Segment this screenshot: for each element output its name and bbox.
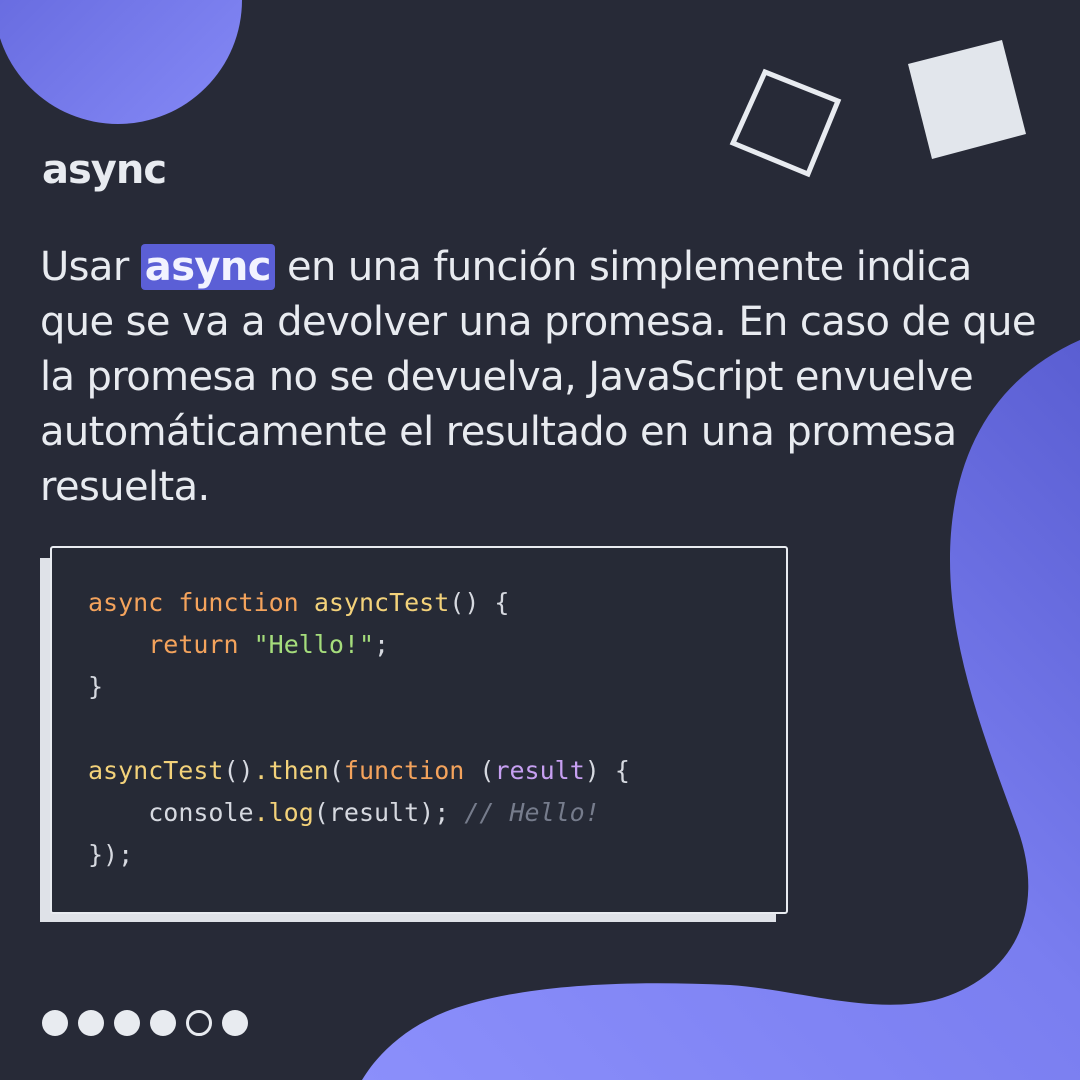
code-token: ; [374,630,390,659]
pagination-dot-current[interactable] [186,1010,212,1036]
code-token: .log [253,798,314,827]
pagination-dot[interactable] [78,1010,104,1036]
slide-title: async [42,147,167,193]
code-token: (result); [313,798,450,827]
code-token: }); [88,840,134,869]
code-token: "Hello!" [253,630,375,659]
code-token: .then [253,756,329,785]
keyword-highlight: async [140,244,275,290]
outline-square-shape [729,68,842,178]
code-token: function [343,756,465,785]
pagination-dot[interactable] [42,1010,68,1036]
filled-square-shape [908,40,1026,159]
code-token: function [178,588,299,617]
code-card: async function asyncTest() { return "Hel… [50,546,788,914]
code-token: () { [449,588,510,617]
code-token: } [88,672,104,701]
code-token: ) { [584,756,630,785]
code-token: asyncTest [313,588,450,617]
code-token: asyncTest [88,756,224,785]
code-token: result [494,756,585,785]
pagination-dot[interactable] [114,1010,140,1036]
code-token: () [223,756,254,785]
code-token: ( [464,756,495,785]
code-token: console [148,798,254,827]
slide-description: Usar async en una función simplemente in… [40,240,1040,515]
corner-circle-shape [0,0,242,124]
pagination-dot[interactable] [222,1010,248,1036]
description-lead: Usar [40,244,141,290]
pagination-dot[interactable] [150,1010,176,1036]
code-token: ( [328,756,344,785]
pagination-dots [42,1010,248,1036]
code-comment: // Hello! [464,798,600,827]
code-block: async function asyncTest() { return "Hel… [88,582,630,876]
code-token: return [148,630,239,659]
code-token: async [88,588,164,617]
